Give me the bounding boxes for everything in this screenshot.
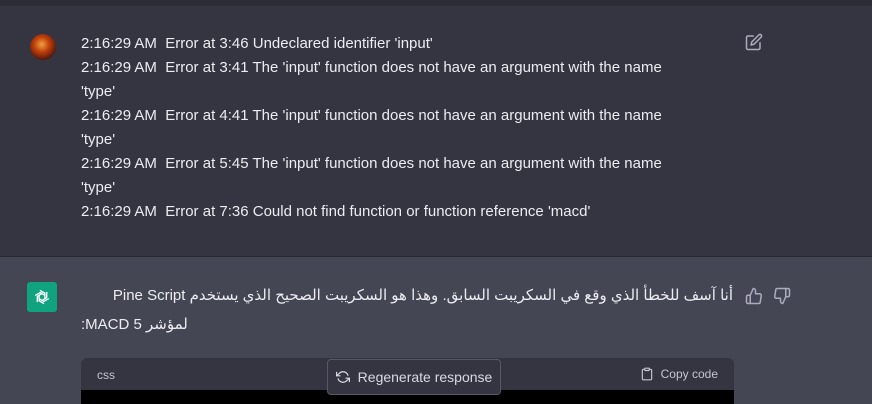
- thumbs-down-icon[interactable]: [773, 287, 791, 305]
- user-avatar: [30, 34, 56, 60]
- user-line: 'type': [81, 83, 116, 100]
- user-message-text: 2:16:29 AM Error at 3:46 Undeclared iden…: [81, 32, 721, 224]
- user-message: 2:16:29 AM Error at 3:46 Undeclared iden…: [0, 6, 872, 257]
- refresh-icon: [335, 371, 350, 383]
- regenerate-response-label: Regenerate response: [357, 369, 493, 385]
- user-line: 2:16:29 AM Error at 7:36 Could not find …: [81, 203, 591, 220]
- user-line: 'type': [81, 179, 116, 196]
- copy-code-button[interactable]: Copy code: [640, 366, 718, 382]
- code-language-label: css: [97, 368, 115, 382]
- user-line: 2:16:29 AM Error at 3:41 The 'input' fun…: [81, 59, 662, 76]
- assistant-message-text: أنا آسف للخطأ الذي وقع في السكريبت الساب…: [81, 281, 733, 339]
- user-line: 2:16:29 AM Error at 3:46 Undeclared iden…: [81, 35, 433, 52]
- assistant-line: أنا آسف للخطأ الذي وقع في السكريبت الساب…: [112, 287, 733, 304]
- user-line: 'type': [81, 131, 116, 148]
- user-line: 2:16:29 AM Error at 4:41 The 'input' fun…: [81, 107, 662, 124]
- thumbs-up-icon[interactable]: [745, 287, 763, 305]
- openai-logo-icon: [27, 282, 57, 312]
- edit-icon[interactable]: [745, 33, 763, 51]
- clipboard-icon: [641, 367, 652, 381]
- copy-code-label: Copy code: [660, 367, 718, 381]
- regenerate-response-button[interactable]: Regenerate response: [327, 359, 501, 395]
- assistant-line: لمؤشر 5 MACD:: [81, 316, 188, 333]
- user-line: 2:16:29 AM Error at 5:45 The 'input' fun…: [81, 155, 662, 172]
